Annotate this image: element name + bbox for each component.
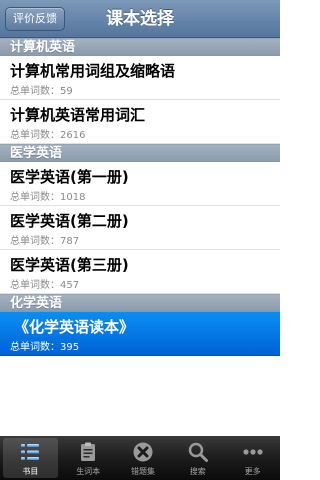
search-icon — [188, 442, 208, 462]
tab-mistakes[interactable]: 错题集 — [116, 436, 171, 480]
list-item[interactable]: 医学英语(第二册) 总单词数：787 — [0, 206, 280, 250]
tab-label: 书目 — [22, 467, 39, 476]
tab-label: 搜索 — [189, 467, 206, 476]
tab-search[interactable]: 搜索 — [170, 436, 225, 480]
list-item[interactable]: 医学英语(第三册) 总单词数：457 — [0, 250, 280, 294]
clipboard-icon — [81, 442, 96, 461]
section-header-chemistry-english: 化学英语 — [0, 294, 280, 312]
close-circle-icon — [133, 442, 153, 462]
item-word-count: 总单词数：59 — [10, 86, 73, 97]
tab-label: 更多 — [244, 467, 261, 476]
tab-vocabulary[interactable]: 生词本 — [61, 436, 116, 480]
navigation-bar: 评价反馈 课本选择 — [0, 0, 280, 38]
list-item[interactable]: 医学英语(第一册) 总单词数：1018 — [0, 162, 280, 206]
item-title: 计算机英语常用词汇 — [10, 106, 146, 124]
list-icon — [21, 444, 40, 460]
more-icon — [242, 449, 263, 455]
item-word-count: 总单词数：2616 — [10, 130, 86, 141]
section-header-medical-english: 医学英语 — [0, 144, 280, 162]
list-item-selected[interactable]: 《化学英语读本》 总单词数：395 — [0, 312, 280, 356]
textbook-list[interactable]: 计算机英语 计算机常用词组及缩略语 总单词数：59 计算机英语常用词汇 总单词数… — [0, 38, 280, 436]
tab-label: 错题集 — [130, 467, 155, 476]
item-title: 《化学英语读本》 — [14, 318, 135, 336]
item-word-count: 总单词数：787 — [10, 236, 80, 247]
feedback-button[interactable]: 评价反馈 — [5, 7, 65, 31]
list-item[interactable]: 计算机常用词组及缩略语 总单词数：59 — [0, 56, 280, 100]
list-item[interactable]: 计算机英语常用词汇 总单词数：2616 — [0, 100, 280, 144]
page-title: 课本选择 — [106, 9, 174, 29]
item-word-count: 总单词数：395 — [10, 342, 80, 353]
item-title: 医学英语(第二册) — [10, 212, 129, 230]
item-title: 计算机常用词组及缩略语 — [10, 62, 176, 80]
tab-label: 生词本 — [76, 467, 101, 476]
item-title: 医学英语(第一册) — [10, 168, 129, 186]
item-title: 医学英语(第三册) — [10, 256, 129, 274]
tab-bar: 书目 生词本 错题集 搜索 更多 — [0, 436, 280, 480]
tab-books[interactable]: 书目 — [3, 438, 58, 478]
tab-more[interactable]: 更多 — [225, 436, 280, 480]
item-word-count: 总单词数：457 — [10, 280, 80, 291]
section-header-computer-english: 计算机英语 — [0, 38, 280, 56]
item-word-count: 总单词数：1018 — [10, 192, 86, 203]
